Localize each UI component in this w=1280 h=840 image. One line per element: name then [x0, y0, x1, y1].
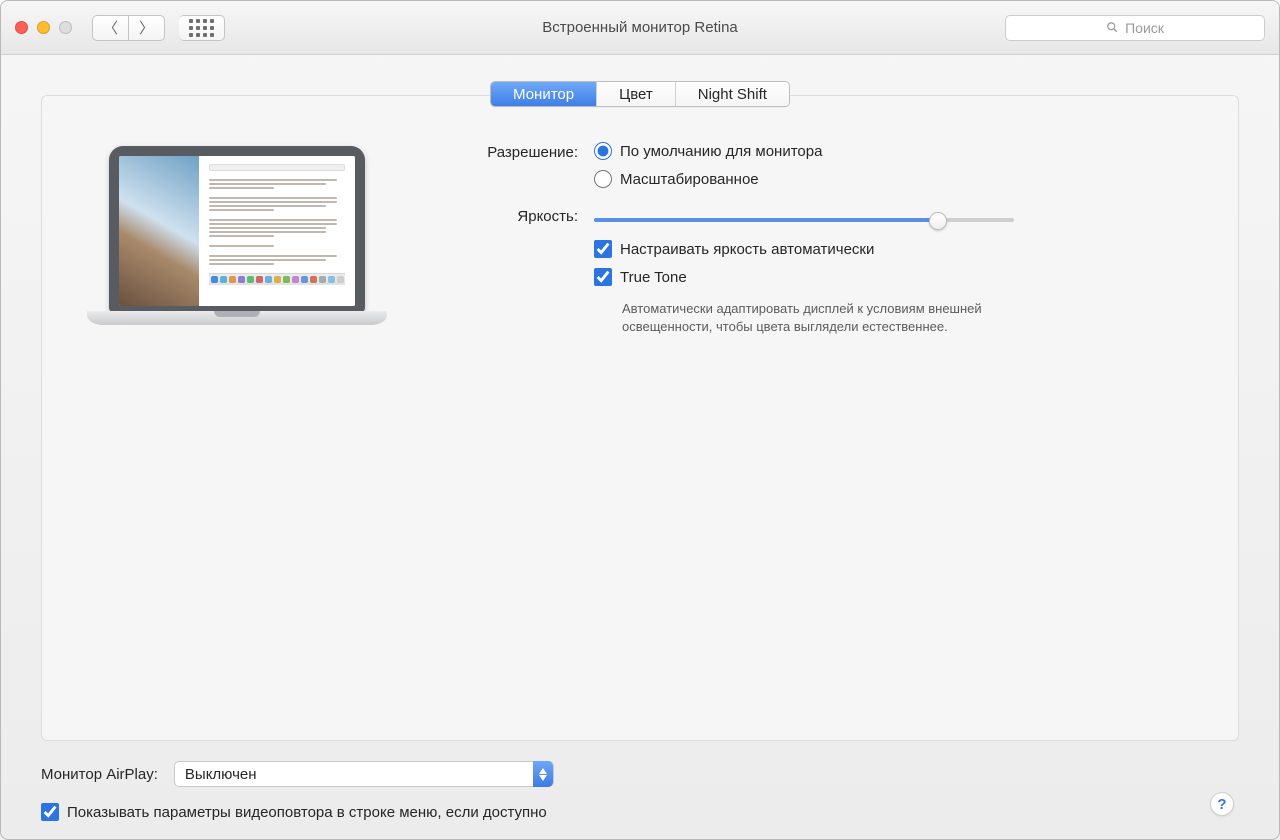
search-placeholder: Поиск [1125, 20, 1164, 36]
slider-fill [594, 218, 938, 222]
true-tone-text: True Tone [620, 269, 687, 286]
tab-bar: Монитор Цвет Night Shift [41, 81, 1239, 109]
slider-knob[interactable] [929, 212, 947, 230]
help-icon: ? [1217, 796, 1226, 813]
search-icon [1106, 21, 1119, 34]
auto-brightness-text: Настраивать яркость автоматически [620, 241, 874, 258]
stepper-arrows-icon [533, 761, 553, 787]
traffic-lights [15, 21, 72, 34]
content-area: Монитор Цвет Night Shift [1, 55, 1279, 839]
tab-monitor[interactable]: Монитор [491, 82, 596, 106]
search-input[interactable]: Поиск [1005, 15, 1265, 41]
auto-brightness-input[interactable] [594, 240, 612, 258]
mirroring-checkbox[interactable] [41, 803, 59, 821]
tab-night-shift[interactable]: Night Shift [675, 82, 789, 106]
minimize-icon[interactable] [37, 21, 50, 34]
tab-color-label: Цвет [619, 86, 653, 103]
resolution-scaled-input[interactable] [594, 170, 612, 188]
maximize-icon[interactable] [59, 21, 72, 34]
airplay-label: Монитор AirPlay: [41, 766, 158, 783]
mirroring-label: Показывать параметры видеоповтора в стро… [67, 804, 547, 821]
bottom-controls: Монитор AirPlay: Выключен Показывать пар… [41, 761, 1239, 821]
show-all-button[interactable] [179, 15, 225, 41]
titlebar: 〈 〉 Встроенный монитор Retina Поиск [1, 1, 1279, 55]
grid-icon [189, 19, 214, 37]
true-tone-input[interactable] [594, 268, 612, 286]
tab-monitor-label: Монитор [513, 86, 574, 103]
true-tone-checkbox[interactable]: True Tone [594, 268, 1198, 286]
show-all-group [179, 15, 225, 41]
resolution-default-input[interactable] [594, 142, 612, 160]
forward-button[interactable]: 〉 [129, 15, 165, 41]
resolution-scaled-text: Масштабированное [620, 171, 759, 188]
auto-brightness-checkbox[interactable]: Настраивать яркость автоматически [594, 240, 1198, 258]
help-button[interactable]: ? [1210, 792, 1234, 816]
preferences-window: 〈 〉 Встроенный монитор Retina Поиск [0, 0, 1280, 840]
resolution-default-radio[interactable]: По умолчанию для монитора [594, 142, 1198, 160]
resolution-default-text: По умолчанию для монитора [620, 143, 822, 160]
close-icon[interactable] [15, 21, 28, 34]
true-tone-description: Автоматически адаптировать дисплей к усл… [622, 300, 1052, 335]
chevron-right-icon: 〉 [139, 17, 154, 38]
brightness-label: Яркость: [428, 206, 578, 225]
display-preview [82, 142, 392, 353]
laptop-icon [109, 146, 365, 312]
settings-column: Разрешение: По умолчанию для монитора Ма… [428, 142, 1198, 353]
nav-buttons: 〈 〉 [92, 15, 165, 41]
settings-panel: Разрешение: По умолчанию для монитора Ма… [41, 95, 1239, 741]
airplay-value: Выключен [185, 766, 257, 783]
tab-night-shift-label: Night Shift [698, 86, 767, 103]
laptop-base-icon [87, 311, 387, 325]
tab-color[interactable]: Цвет [596, 82, 675, 106]
airplay-select[interactable]: Выключен [174, 761, 554, 787]
resolution-scaled-radio[interactable]: Масштабированное [594, 170, 1198, 188]
resolution-label: Разрешение: [428, 142, 578, 161]
back-button[interactable]: 〈 [92, 15, 129, 41]
chevron-left-icon: 〈 [103, 17, 118, 38]
brightness-slider[interactable] [594, 210, 1014, 230]
